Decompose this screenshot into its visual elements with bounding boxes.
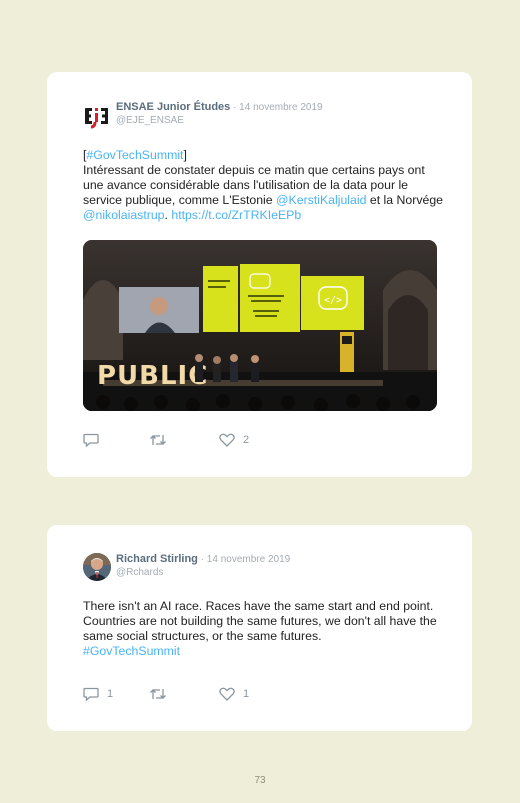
tweet-text: [#GovTechSummit] Intéressant de constater… xyxy=(83,148,448,223)
like-count: 2 xyxy=(243,434,250,446)
tweet-text: There isn't an AI race. Races have the s… xyxy=(83,599,438,659)
page-number: 73 xyxy=(254,775,266,786)
profile-photo xyxy=(83,553,111,581)
retweet-button[interactable] xyxy=(149,686,175,702)
author-line: ENSAE Junior Études · 14 novembre 2019 xyxy=(116,101,323,114)
heart-icon xyxy=(219,433,235,447)
tweet-actions: 2 xyxy=(83,432,333,448)
tweet-date[interactable]: · 14 novembre 2019 xyxy=(230,102,323,113)
avatar[interactable] xyxy=(83,102,111,130)
like-count: 1 xyxy=(243,688,250,700)
hashtag-link[interactable]: #GovTechSummit xyxy=(86,148,183,162)
mention-link[interactable]: @nikolaiastrup xyxy=(83,208,165,222)
like-button[interactable]: 2 xyxy=(219,432,249,448)
tweet-card: Richard Stirling · 14 novembre 2019 @Rch… xyxy=(47,525,472,731)
author-line: Richard Stirling · 14 novembre 2019 xyxy=(116,553,290,566)
avatar[interactable] xyxy=(83,553,111,581)
retweet-button[interactable] xyxy=(149,432,175,448)
tweet-body-cont: et la Norvége xyxy=(366,193,444,207)
tweet-card: ENSAE Junior Études · 14 novembre 2019 @… xyxy=(47,72,472,477)
author-handle[interactable]: @Rchards xyxy=(116,567,163,579)
tweet-body: There isn't an AI race. Races have the s… xyxy=(83,599,437,643)
reply-icon xyxy=(83,433,99,447)
author-handle[interactable]: @EJE_ENSAE xyxy=(116,115,184,127)
like-button[interactable]: 1 xyxy=(219,686,249,702)
hashtag-link[interactable]: #GovTechSummit xyxy=(83,644,180,658)
bracket: ] xyxy=(183,148,187,162)
retweet-icon xyxy=(150,689,166,699)
mention-link[interactable]: @KerstiKaljulaid xyxy=(276,193,366,207)
url-link[interactable]: https://t.co/ZrTRKIeEPb xyxy=(171,208,301,222)
reply-button[interactable]: 1 xyxy=(83,686,113,702)
reply-icon xyxy=(83,687,99,701)
author-name[interactable]: ENSAE Junior Études xyxy=(116,101,230,113)
public-sign: PUBLIC xyxy=(97,361,208,391)
tweet-date[interactable]: · 14 novembre 2019 xyxy=(198,554,291,565)
tweet-actions: 1 1 xyxy=(83,686,333,702)
author-name[interactable]: Richard Stirling xyxy=(116,553,198,565)
conference-photo: </> PUBLIC xyxy=(83,240,437,411)
reply-button[interactable] xyxy=(83,432,107,448)
retweet-icon xyxy=(150,435,166,445)
slide-code-icon: </> xyxy=(324,295,342,306)
reply-count: 1 xyxy=(107,688,114,700)
tweet-photo[interactable]: </> PUBLIC xyxy=(83,240,437,411)
eje-logo-icon xyxy=(85,108,108,129)
heart-icon xyxy=(219,687,235,701)
